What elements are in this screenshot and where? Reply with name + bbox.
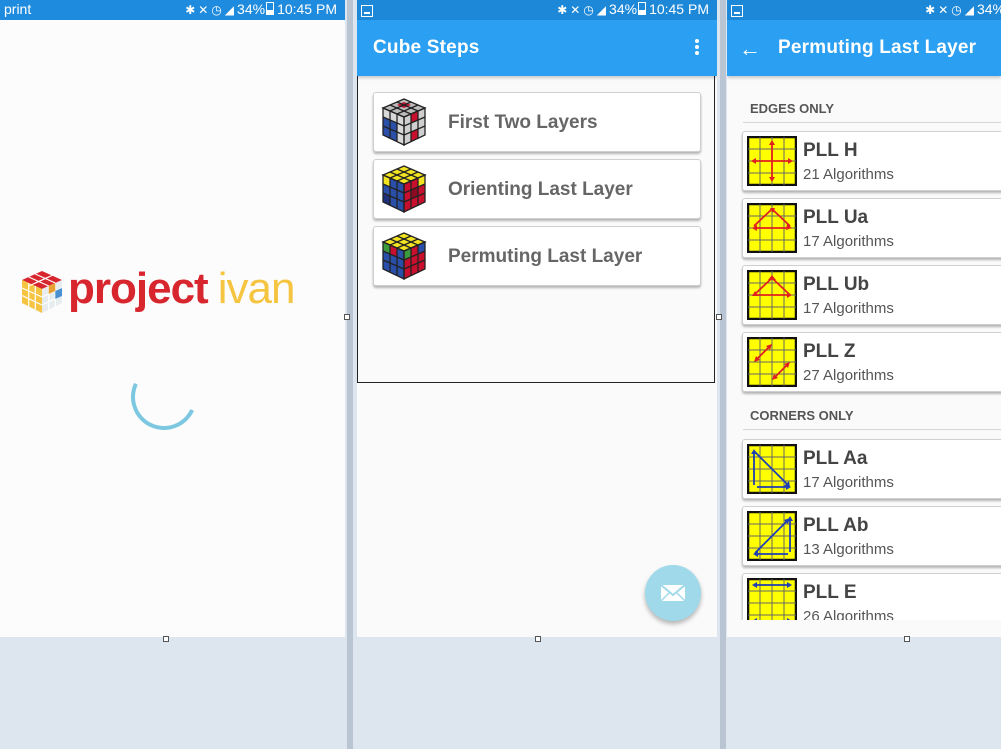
pll-name: PLL E bbox=[803, 582, 857, 603]
section-divider bbox=[743, 429, 1001, 430]
mute-icon: ✕ bbox=[570, 3, 581, 17]
status-icons: ✱ ✕ ◷ ◢ 34% 10:45 PM bbox=[185, 1, 337, 17]
carrier-label: print bbox=[4, 1, 32, 17]
bluetooth-icon: ✱ bbox=[185, 3, 196, 17]
app-bar: ← Permuting Last Layer bbox=[727, 20, 1001, 76]
splash-screen: print ✱ ✕ ◷ ◢ 34% 10:45 PM project ivan bbox=[0, 0, 345, 637]
pll-name: PLL Ab bbox=[803, 515, 869, 536]
pll-aa-diagram-icon bbox=[747, 444, 797, 494]
f2l-cube-icon bbox=[381, 98, 427, 147]
mute-icon: ✕ bbox=[938, 3, 949, 17]
status-left bbox=[731, 1, 743, 20]
step-card-f2l[interactable]: First Two Layers bbox=[373, 92, 701, 152]
pll-count: 26 Algorithms bbox=[803, 608, 894, 620]
pll-name: PLL H bbox=[803, 140, 858, 161]
alarm-icon: ◷ bbox=[583, 3, 594, 17]
pll-ab-diagram-icon bbox=[747, 511, 797, 561]
gallery-notification-icon bbox=[361, 5, 373, 17]
oll-cube-icon bbox=[381, 165, 427, 214]
selection-handle[interactable] bbox=[716, 314, 722, 320]
pll-name: PLL Ub bbox=[803, 274, 870, 295]
envelope-icon bbox=[660, 584, 686, 602]
pll-card-aa[interactable]: PLL Aa 17 Algorithms bbox=[742, 439, 1001, 499]
pll-ub-diagram-icon bbox=[747, 270, 797, 320]
pll-name: PLL Z bbox=[803, 341, 856, 362]
status-left bbox=[361, 1, 373, 20]
step-card-oll[interactable]: Orienting Last Layer bbox=[373, 159, 701, 219]
pll-count: 17 Algorithms bbox=[803, 233, 894, 250]
signal-icon: ◢ bbox=[224, 3, 235, 17]
battery-percent: 34% bbox=[237, 1, 266, 17]
battery-icon bbox=[266, 2, 275, 15]
pll-card-z[interactable]: PLL Z 27 Algorithms bbox=[742, 332, 1001, 392]
selection-handle[interactable] bbox=[904, 636, 910, 642]
overflow-menu-icon[interactable] bbox=[693, 38, 701, 58]
signal-icon: ◢ bbox=[596, 3, 607, 17]
alarm-icon: ◷ bbox=[951, 3, 962, 17]
logo-word-ivan: ivan bbox=[217, 264, 296, 313]
status-bar: ✱✕◷◢34% bbox=[727, 0, 1001, 20]
bluetooth-icon: ✱ bbox=[925, 3, 936, 17]
pll-h-diagram-icon bbox=[747, 136, 797, 186]
pll-name: PLL Aa bbox=[803, 448, 868, 469]
section-header-edges: EDGES ONLY bbox=[750, 101, 835, 116]
status-icons: ✱ ✕ ◷ ◢ 34% 10:45 PM bbox=[557, 1, 709, 17]
step-card-pll[interactable]: Permuting Last Layer bbox=[373, 226, 701, 286]
pll-card-ab[interactable]: PLL Ab 13 Algorithms bbox=[742, 506, 1001, 566]
app-bar: Cube Steps bbox=[357, 20, 717, 76]
pll-count: 13 Algorithms bbox=[803, 541, 894, 558]
selection-handle[interactable] bbox=[344, 314, 350, 320]
battery-percent: 34% bbox=[976, 1, 1001, 17]
clock: 10:45 PM bbox=[649, 1, 709, 17]
pll-card-ua[interactable]: PLL Ua 17 Algorithms bbox=[742, 198, 1001, 258]
status-bar: print ✱ ✕ ◷ ◢ 34% 10:45 PM bbox=[0, 0, 345, 20]
logo-word-project: project bbox=[68, 264, 209, 313]
status-icons: ✱✕◷◢34% bbox=[925, 1, 1001, 17]
bluetooth-icon: ✱ bbox=[557, 3, 568, 17]
status-bar: ✱ ✕ ◷ ◢ 34% 10:45 PM bbox=[357, 0, 717, 20]
pll-count: 17 Algorithms bbox=[803, 474, 894, 491]
email-fab[interactable] bbox=[645, 565, 701, 621]
step-label: Orienting Last Layer bbox=[448, 179, 633, 200]
pll-name: PLL Ua bbox=[803, 207, 869, 228]
pll-card-ub[interactable]: PLL Ub 17 Algorithms bbox=[742, 265, 1001, 325]
back-arrow-icon[interactable]: ← bbox=[739, 36, 761, 62]
page-title: Permuting Last Layer bbox=[778, 37, 977, 58]
step-label: Permuting Last Layer bbox=[448, 246, 643, 267]
cube-steps-screen: ✱ ✕ ◷ ◢ 34% 10:45 PM Cube Steps First Tw… bbox=[357, 0, 717, 637]
page-title: Cube Steps bbox=[373, 37, 480, 58]
project-ivan-logo: project ivan bbox=[18, 264, 318, 318]
alarm-icon: ◷ bbox=[211, 3, 222, 17]
logo-cube-icon bbox=[21, 271, 63, 313]
mute-icon: ✕ bbox=[198, 3, 209, 17]
section-divider bbox=[743, 122, 1001, 123]
pll-e-diagram-icon bbox=[747, 578, 797, 620]
pll-ua-diagram-icon bbox=[747, 203, 797, 253]
loading-spinner bbox=[121, 354, 207, 440]
step-label: First Two Layers bbox=[448, 112, 598, 133]
pll-count: 17 Algorithms bbox=[803, 300, 894, 317]
pll-z-diagram-icon bbox=[747, 337, 797, 387]
gallery-notification-icon bbox=[731, 5, 743, 17]
battery-icon bbox=[638, 2, 647, 15]
pll-list[interactable]: EDGES ONLY PLL H 21 Algorithms PLL Ua 17… bbox=[727, 76, 1001, 620]
screen-divider bbox=[720, 0, 726, 749]
pll-card-h[interactable]: PLL H 21 Algorithms bbox=[742, 131, 1001, 191]
logo-wordmark: project ivan bbox=[68, 264, 296, 314]
selection-handle[interactable] bbox=[163, 636, 169, 642]
pll-card-e[interactable]: PLL E 26 Algorithms bbox=[742, 573, 1001, 620]
selection-handle[interactable] bbox=[535, 636, 541, 642]
signal-icon: ◢ bbox=[964, 3, 974, 17]
pll-cube-icon bbox=[381, 232, 427, 281]
section-header-corners: CORNERS ONLY bbox=[750, 408, 854, 423]
pll-screen: ✱✕◷◢34% ← Permuting Last Layer EDGES ONL… bbox=[727, 0, 1001, 637]
battery-percent: 34% bbox=[609, 1, 638, 17]
clock: 10:45 PM bbox=[277, 1, 337, 17]
screen-divider bbox=[347, 0, 353, 749]
pll-count: 27 Algorithms bbox=[803, 367, 894, 384]
pll-count: 21 Algorithms bbox=[803, 166, 894, 183]
